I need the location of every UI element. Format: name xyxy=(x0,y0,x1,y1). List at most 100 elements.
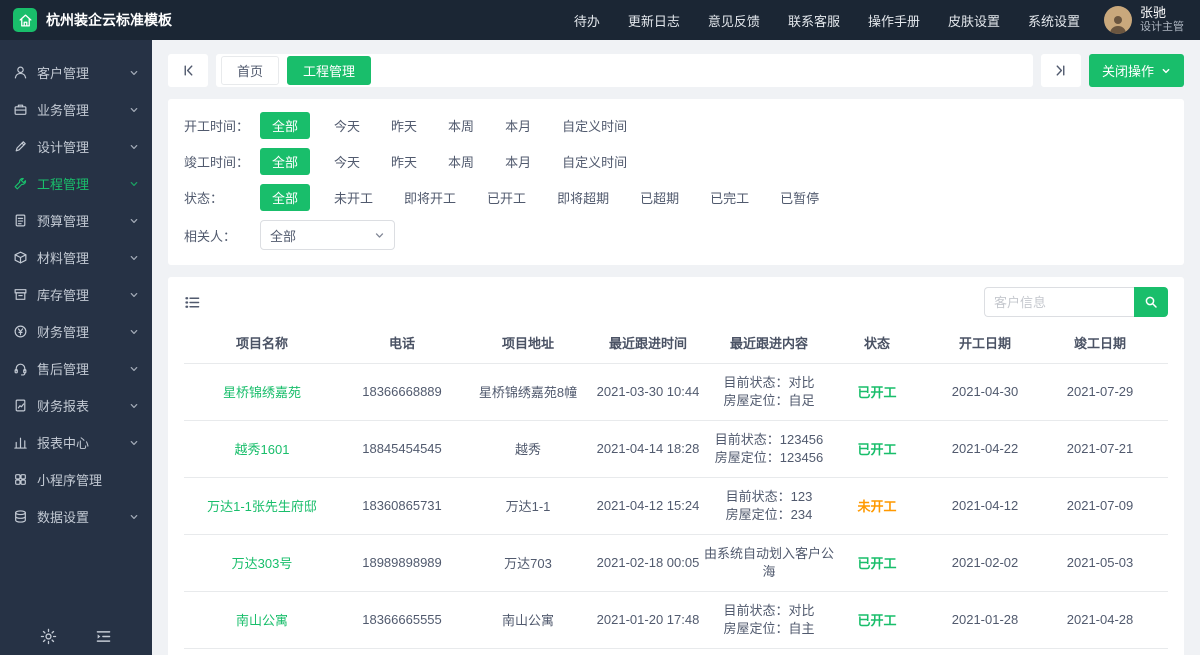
table-row: 越秀1601 18845454545 越秀 2021-04-14 18:28 目前状态：… xyxy=(184,420,1168,478)
end-date-cell: 2021-04-28 xyxy=(1050,591,1150,649)
scroll-tabs-right-icon[interactable] xyxy=(1040,54,1081,87)
table-row: 客户张三18366668881客户张三2020-12-21 09:07目前状态：… xyxy=(184,648,1168,655)
address-cell: 星桥锦绣嘉苑8幢 xyxy=(464,363,592,421)
search-input[interactable] xyxy=(984,287,1134,317)
column-list-icon[interactable] xyxy=(184,294,201,311)
report-center-icon xyxy=(13,435,28,450)
user-menu[interactable]: 张驰 设计主管 xyxy=(1104,5,1184,34)
table-scroll-area[interactable]: 项目名称电话项目地址最近跟进时间最近跟进内容状态开工日期竣工日期实际开工日期 星… xyxy=(184,323,1168,655)
sidebar-footer xyxy=(0,628,152,645)
settings-gear-icon[interactable] xyxy=(40,628,57,645)
sidebar-item-customers[interactable]: 客户管理 xyxy=(0,54,152,91)
sidebar-item-label: 客户管理 xyxy=(37,66,90,81)
filter-label-related-person: 相关人： xyxy=(184,228,237,244)
close-operations-button[interactable]: 关闭操作 xyxy=(1088,54,1184,87)
sidebar-item-aftersale[interactable]: 售后管理 xyxy=(0,350,152,387)
sidebar-item-design[interactable]: 设计管理 xyxy=(0,128,152,165)
follow-time-cell: 2021-01-20 17:48 xyxy=(592,591,704,649)
collapse-sidebar-icon[interactable] xyxy=(95,628,112,645)
nav-item-changelog[interactable]: 更新日志 xyxy=(628,11,680,30)
filter-option-status[interactable]: 已开工 xyxy=(485,184,528,211)
logo-area: 杭州装企云标准模板 xyxy=(0,8,172,32)
nav-item-skin-settings[interactable]: 皮肤设置 xyxy=(948,11,1000,30)
filter-option-status[interactable]: 即将开工 xyxy=(402,184,458,211)
sidebar-item-label: 设计管理 xyxy=(37,140,90,155)
app-logo-icon xyxy=(13,8,37,32)
filter-option-status[interactable]: 已暂停 xyxy=(778,184,821,211)
sidebar-item-finance[interactable]: 财务管理 xyxy=(0,313,152,350)
start-date-cell: 2021-04-22 xyxy=(920,420,1050,478)
column-header: 最近跟进内容 xyxy=(704,323,834,364)
filter-option-start-time[interactable]: 全部 xyxy=(260,112,311,139)
actual-start-date-cell xyxy=(1150,363,1168,421)
sidebar-item-data-settings[interactable]: 数据设置 xyxy=(0,498,152,535)
phone-cell: 18989898989 xyxy=(340,534,464,592)
app-title: 杭州装企云标准模板 xyxy=(46,12,172,28)
filter-option-finish-time[interactable]: 今天 xyxy=(332,148,362,175)
filter-option-start-time[interactable]: 今天 xyxy=(332,112,362,139)
filter-option-start-time[interactable]: 本月 xyxy=(503,112,533,139)
filter-option-status[interactable]: 已完工 xyxy=(708,184,751,211)
project-name-link[interactable]: 万达303号 xyxy=(232,556,293,571)
tabs-strip: 首页 工程管理 xyxy=(216,54,1033,87)
top-nav: 待办 更新日志 意见反馈 联系客服 操作手册 皮肤设置 系统设置 xyxy=(574,11,1080,30)
filter-option-finish-time[interactable]: 全部 xyxy=(260,148,311,175)
business-icon xyxy=(13,102,28,117)
follow-content-cell: 由系统自动划入客户公海 xyxy=(704,534,834,592)
nav-item-todo[interactable]: 待办 xyxy=(574,11,600,30)
filter-option-status[interactable]: 已超期 xyxy=(638,184,681,211)
actual-start-date-cell xyxy=(1150,534,1168,592)
sidebar-item-label: 售后管理 xyxy=(37,362,90,377)
budget-icon xyxy=(13,213,28,228)
filter-option-finish-time[interactable]: 自定义时间 xyxy=(560,148,629,175)
status-badge: 已开工 xyxy=(857,385,897,400)
actual-start-date-cell xyxy=(1150,648,1168,655)
scroll-tabs-left-icon[interactable] xyxy=(168,54,208,87)
actual-start-date-cell xyxy=(1150,591,1168,649)
sidebar-item-inventory[interactable]: 库存管理 xyxy=(0,276,152,313)
follow-content-cell: 目前状态：对比 房屋定位：自主 xyxy=(704,591,834,649)
nav-item-manual[interactable]: 操作手册 xyxy=(868,11,920,30)
sidebar-item-finance-reports[interactable]: 财务报表 xyxy=(0,387,152,424)
nav-item-support[interactable]: 联系客服 xyxy=(788,11,840,30)
chevron-down-icon xyxy=(129,105,139,115)
sidebar-item-mini-program[interactable]: 小程序管理 xyxy=(0,461,152,498)
filter-option-finish-time[interactable]: 本月 xyxy=(503,148,533,175)
project-name-link[interactable]: 越秀1601 xyxy=(235,442,290,457)
nav-item-feedback[interactable]: 意见反馈 xyxy=(708,11,760,30)
project-name-link[interactable]: 万达1-1张先生府邸 xyxy=(207,499,317,514)
tab-home[interactable]: 首页 xyxy=(221,56,280,85)
sidebar-item-engineering[interactable]: 工程管理 xyxy=(0,165,152,202)
search-button[interactable] xyxy=(1134,287,1168,317)
filter-option-start-time[interactable]: 本周 xyxy=(446,112,476,139)
sidebar-item-label: 库存管理 xyxy=(37,288,90,303)
filter-option-status[interactable]: 全部 xyxy=(260,184,311,211)
sidebar-item-report-center[interactable]: 报表中心 xyxy=(0,424,152,461)
tab-bar: 首页 工程管理 关闭操作 xyxy=(168,54,1184,87)
filter-option-finish-time[interactable]: 昨天 xyxy=(389,148,419,175)
sidebar-item-budget[interactable]: 预算管理 xyxy=(0,202,152,239)
tab-engineering[interactable]: 工程管理 xyxy=(287,56,372,85)
sidebar-item-business[interactable]: 业务管理 xyxy=(0,91,152,128)
filter-option-status[interactable]: 即将超期 xyxy=(555,184,611,211)
actual-start-date-cell xyxy=(1150,477,1168,535)
project-name-link[interactable]: 南山公寓 xyxy=(236,613,288,628)
start-date-cell: 2021-04-30 xyxy=(920,363,1050,421)
column-header: 竣工日期 xyxy=(1050,323,1150,364)
filter-option-finish-time[interactable]: 本周 xyxy=(446,148,476,175)
sidebar-item-label: 小程序管理 xyxy=(37,473,103,488)
sidebar-item-materials[interactable]: 材料管理 xyxy=(0,239,152,276)
phone-cell: 18845454545 xyxy=(340,420,464,478)
chevron-down-icon xyxy=(129,179,139,189)
sidebar-item-label: 报表中心 xyxy=(37,436,90,451)
address-cell: 越秀 xyxy=(464,420,592,478)
customer-icon xyxy=(13,65,28,80)
related-person-select[interactable]: 全部 xyxy=(260,220,395,250)
project-name-link[interactable]: 星桥锦绣嘉苑 xyxy=(223,385,301,400)
filter-option-start-time[interactable]: 昨天 xyxy=(389,112,419,139)
nav-item-system-settings[interactable]: 系统设置 xyxy=(1028,11,1080,30)
filter-option-start-time[interactable]: 自定义时间 xyxy=(560,112,629,139)
filter-option-status[interactable]: 未开工 xyxy=(332,184,375,211)
user-name: 张驰 xyxy=(1140,5,1167,21)
chevron-down-icon xyxy=(129,142,139,152)
